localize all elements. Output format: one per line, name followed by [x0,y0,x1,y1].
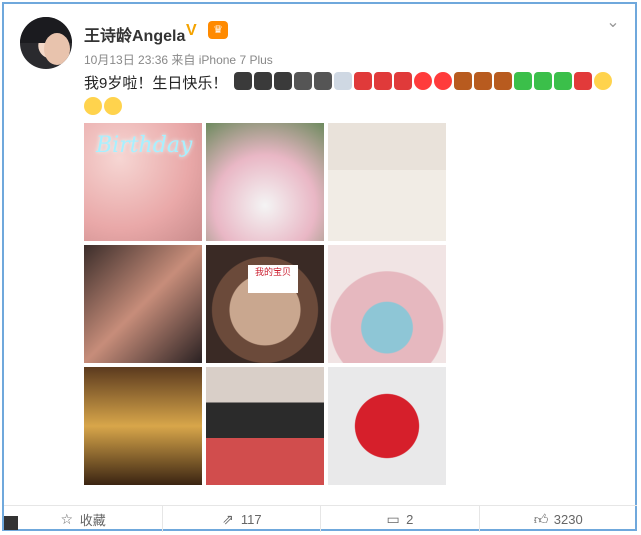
verified-badge-icon: V [186,22,197,39]
chevron-down-icon[interactable]: ⌄ [604,15,622,31]
comment-button[interactable]: ▭ 2 [321,506,480,532]
post-text: 我9岁啦！生日快乐！ [84,75,228,92]
rose-icon [394,72,412,90]
photo-overlay-text: Birthday [96,133,193,158]
repost-button[interactable]: ⇗ 117 [163,506,321,532]
post-source: 来自 iPhone 7 Plus [171,53,273,67]
smile-icon [594,72,612,90]
photo-grid: Birthday 我的宝贝 [84,123,446,485]
photo-flowers[interactable] [206,123,324,241]
cake-icon [234,72,252,90]
action-bar: ☆ 收藏 ⇗ 117 ▭ 2 👍︎ 3230 [4,505,637,532]
birthday-cake-icon [494,72,512,90]
comment-icon: ▭ [386,511,400,527]
star-icon: ☆ [60,511,74,527]
emoji-row [234,72,612,90]
crown-icon[interactable]: ♛ [208,21,228,39]
photo-blue-cake[interactable] [328,245,446,363]
photo-selfie-mother-daughter[interactable] [84,245,202,363]
favorite-label: 收藏 [79,512,106,528]
gift-icon [314,72,332,90]
gift-icon [294,72,312,90]
cake-icon [274,72,292,90]
smile-icon [84,97,102,115]
favorite-button[interactable]: ☆ 收藏 [4,506,163,532]
camera-icon [334,72,352,90]
photo-chocolate-cake[interactable]: 我的宝贝 [206,245,324,363]
photo-birthday-sign[interactable]: Birthday [84,123,202,241]
photo-family[interactable] [206,367,324,485]
emoji-row-2 [84,97,122,115]
like-count: 3230 [553,511,583,527]
thumbs-up-icon: 👍︎ [533,511,549,527]
present-icon [574,72,592,90]
photo-rose-bear[interactable] [328,367,446,485]
avatar[interactable] [20,17,72,69]
cake-icon [254,72,272,90]
smile-icon [104,97,122,115]
share-icon: ⇗ [222,511,234,527]
rose-icon [374,72,392,90]
birthday-cake-icon [454,72,472,90]
photo-tiered-cake[interactable] [84,367,202,485]
post-timestamp[interactable]: 10月13日 23:36 [84,53,168,67]
present-icon [554,72,572,90]
avatar-face [44,33,70,65]
heart-icon [434,72,452,90]
author-name[interactable]: 王诗龄Angela [84,22,185,46]
photo-girl-doll[interactable] [328,123,446,241]
birthday-cake-icon [474,72,492,90]
like-button[interactable]: 👍︎ 3230 [480,506,638,532]
heart-icon [414,72,432,90]
present-icon [514,72,532,90]
post-meta: 10月13日 23:36 来自 iPhone 7 Plus [84,51,273,68]
comment-count: 2 [406,511,414,527]
rose-icon [354,72,372,90]
cake-label-text: 我的宝贝 [248,265,298,293]
present-icon [534,72,552,90]
repost-count: 117 [240,511,262,527]
